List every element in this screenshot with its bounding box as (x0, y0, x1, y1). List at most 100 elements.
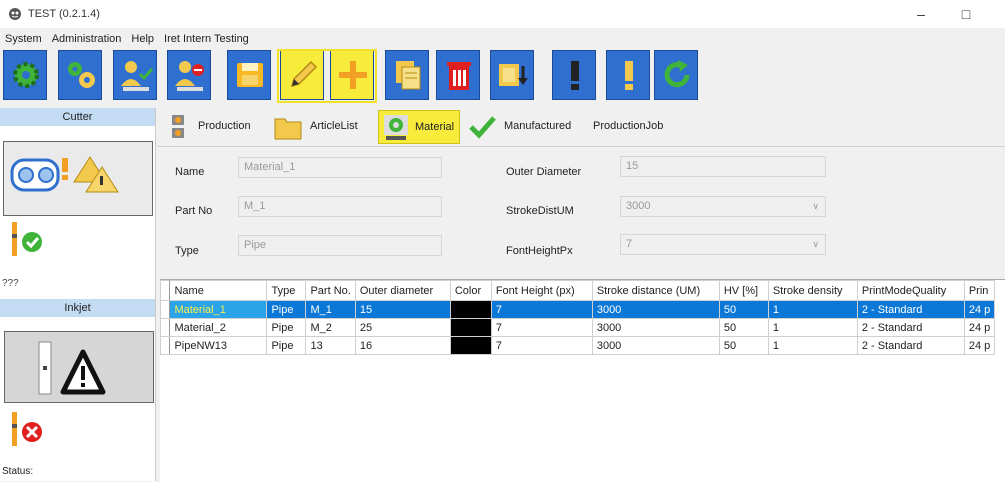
table-row[interactable]: PipeNW13 Pipe 13 16 7 3000 50 1 2 - Stan… (159, 336, 996, 355)
column-header[interactable]: Prin (963, 280, 996, 301)
column-header[interactable]: PrintModeQuality (856, 280, 965, 301)
table-cell[interactable]: Pipe (266, 300, 307, 319)
column-header[interactable]: Font Height (px) (490, 280, 593, 301)
column-header[interactable]: HV [%] (718, 280, 769, 301)
table-cell[interactable]: 24 p (963, 318, 996, 337)
table-cell[interactable]: 24 p (963, 336, 996, 355)
minimize-button[interactable]: – (910, 4, 932, 24)
table-cell[interactable]: Pipe (266, 336, 307, 355)
column-header[interactable]: Type (266, 280, 307, 301)
row-selector[interactable] (159, 336, 171, 355)
machine-settings-button[interactable] (58, 50, 102, 100)
maximize-button[interactable]: □ (955, 4, 977, 24)
name-label: Name (175, 166, 205, 178)
table-cell[interactable]: M_1 (305, 300, 356, 319)
column-header[interactable]: Stroke density (767, 280, 858, 301)
tab-articlelist[interactable]: ArticleList (270, 110, 374, 144)
window-title: TEST (0.2.1.4) (28, 8, 100, 20)
column-header[interactable]: Part No. (305, 280, 356, 301)
user-check-icon (121, 61, 153, 91)
table-cell[interactable]: 50 (718, 318, 769, 337)
column-header[interactable]: Stroke distance (UM) (591, 280, 720, 301)
tab-productionjob[interactable]: ProductionJob (590, 110, 680, 144)
menu-iret-intern-testing[interactable]: Iret Intern Testing (159, 30, 254, 48)
table-cell[interactable]: 25 (354, 318, 451, 337)
table-cell[interactable]: Material_2 (169, 318, 268, 337)
menu-help[interactable]: Help (126, 30, 159, 48)
table-cell[interactable]: 7 (490, 336, 593, 355)
app-icon (9, 8, 21, 20)
status-label: Status: (2, 466, 34, 477)
table-header-row: Name Type Part No. Outer diameter Color … (159, 280, 996, 301)
inkjet-status-box[interactable] (4, 331, 154, 403)
strokedist-select[interactable]: 3000 ∨ (620, 196, 826, 217)
warning-icon (625, 61, 633, 90)
table-row[interactable]: ▶ Material_1 Pipe M_1 15 7 3000 50 1 2 -… (159, 300, 996, 319)
refresh-button[interactable] (654, 50, 698, 100)
copy-button[interactable] (385, 50, 429, 100)
table-cell[interactable]: 50 (718, 300, 769, 319)
name-field[interactable]: Material_1 (238, 157, 442, 178)
table-cell[interactable]: 1 (767, 336, 858, 355)
tab-production[interactable]: Production (160, 110, 268, 144)
alert-button[interactable] (552, 50, 596, 100)
column-header[interactable]: Outer diameter (354, 280, 451, 301)
table-cell[interactable]: M_2 (305, 318, 356, 337)
column-header[interactable]: Color (449, 280, 492, 301)
inkjet-error-icon (12, 412, 42, 446)
color-swatch-cell[interactable] (449, 318, 492, 337)
table-cell[interactable]: 16 (354, 336, 451, 355)
color-swatch-cell[interactable] (449, 300, 492, 319)
table-cell[interactable]: 3000 (591, 336, 720, 355)
user-logout-button[interactable] (167, 50, 211, 100)
table-cell[interactable]: 24 p (963, 300, 996, 319)
table-cell[interactable]: 7 (490, 318, 593, 337)
table-cell[interactable]: 1 (767, 318, 858, 337)
outer-diameter-field[interactable]: 15 (620, 156, 826, 177)
row-selector[interactable] (159, 318, 171, 337)
table-cell[interactable]: 7 (490, 300, 593, 319)
tab-material[interactable]: Material (378, 110, 460, 144)
table-cell[interactable]: 2 - Standard (856, 336, 965, 355)
table-row[interactable]: Material_2 Pipe M_2 25 7 3000 50 1 2 - S… (159, 318, 996, 337)
user-login-button[interactable] (113, 50, 157, 100)
color-swatch-cell[interactable] (449, 336, 492, 355)
table-cell[interactable]: 13 (305, 336, 356, 355)
save-button[interactable] (227, 50, 271, 100)
tab-manufactured[interactable]: Manufactured (464, 110, 588, 144)
table-cell[interactable]: 3000 (591, 318, 720, 337)
column-header[interactable]: Name (169, 280, 268, 301)
partno-field[interactable]: M_1 (238, 196, 442, 217)
cutter-status-box[interactable] (3, 141, 153, 216)
settings-button[interactable] (3, 50, 47, 100)
table-cell[interactable]: 3000 (591, 300, 720, 319)
table-cell[interactable]: 2 - Standard (856, 318, 965, 337)
save-icon (237, 63, 263, 87)
refresh-icon (664, 60, 690, 88)
import-button[interactable] (490, 50, 534, 100)
menu-administration[interactable]: Administration (47, 30, 127, 48)
material-grid: Name Type Part No. Outer diameter Color … (159, 279, 1005, 482)
table-cell[interactable]: 1 (767, 300, 858, 319)
warning-button[interactable] (606, 50, 650, 100)
type-field[interactable]: Pipe (238, 235, 442, 256)
toolbar-highlight-frame (277, 49, 377, 103)
strokedist-value: 3000 (626, 200, 651, 212)
title-bar: TEST (0.2.1.4) – □ (0, 0, 1005, 28)
row-selector-arrow[interactable]: ▶ (159, 300, 171, 319)
table-cell[interactable]: 2 - Standard (856, 300, 965, 319)
table-cell[interactable]: Pipe (266, 318, 307, 337)
table-cell[interactable]: 50 (718, 336, 769, 355)
menu-system[interactable]: System (0, 30, 47, 48)
delete-button[interactable] (436, 50, 480, 100)
delete-trash-icon (447, 62, 471, 90)
user-blocked-icon (175, 61, 204, 91)
table-cell[interactable]: 15 (354, 300, 451, 319)
chevron-down-icon: ∨ (812, 239, 819, 249)
cutter-warning-icon (10, 156, 119, 193)
tab-strip: Production ArticleList Material Manufact… (158, 110, 1005, 147)
table-cell[interactable]: PipeNW13 (169, 336, 268, 355)
gear-icon (13, 62, 39, 88)
table-cell[interactable]: Material_1 (169, 300, 268, 319)
fontheight-select[interactable]: 7 ∨ (620, 234, 826, 255)
